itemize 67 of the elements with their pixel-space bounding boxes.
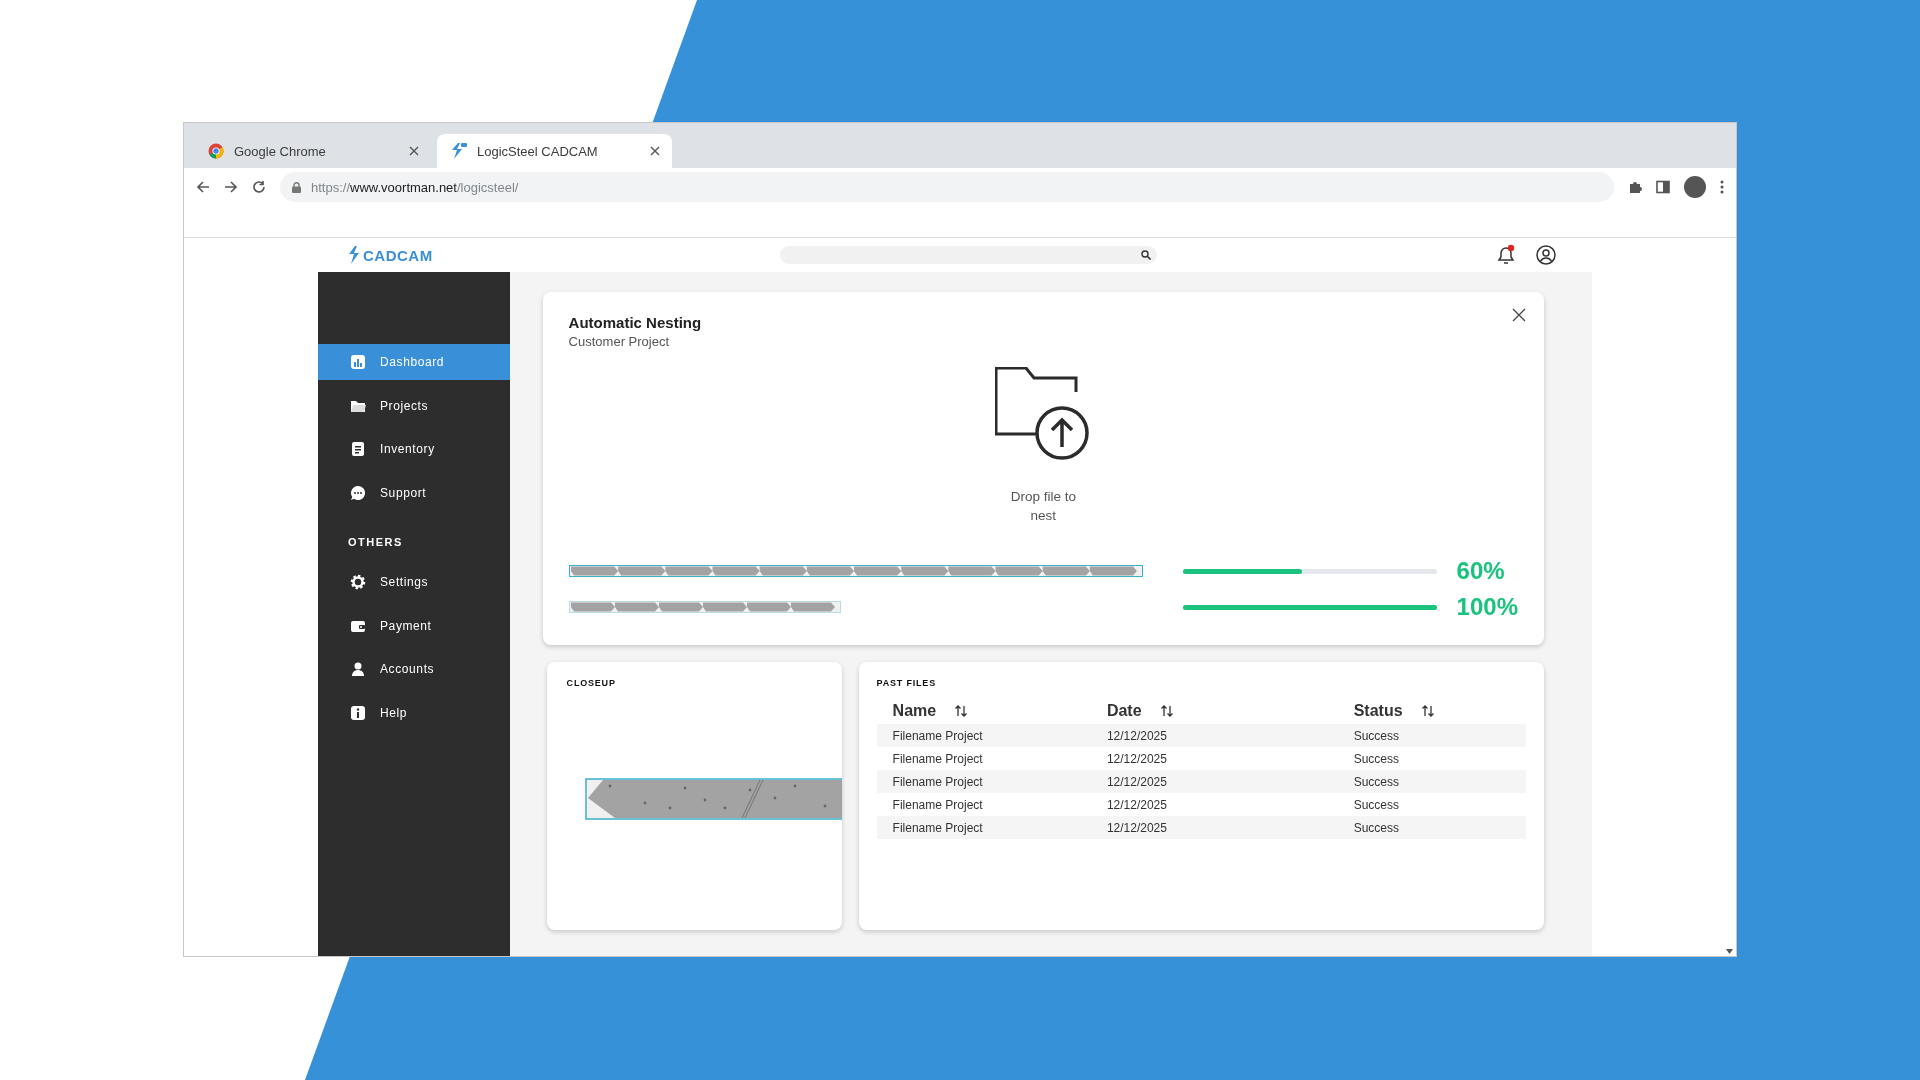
chrome-logo-icon [208,143,224,159]
tab-title: Google Chrome [234,143,327,159]
sidebar-item[interactable]: Support [318,474,510,511]
info-icon [350,704,366,721]
column-header[interactable]: Name [892,702,937,720]
sidebar-item[interactable]: Payment [318,607,510,644]
sidebar-item[interactable]: Help [318,694,510,731]
table-cell: Success [1337,816,1526,839]
menu-icon[interactable] [1720,180,1724,194]
back-icon[interactable] [196,180,210,194]
url-text: https://www.voortman.net/logicsteel/ [311,179,519,195]
search-field[interactable] [780,246,1157,264]
table-cell: Filename Project [876,747,1091,770]
person-icon [350,661,366,677]
table-cell: Success [1337,770,1526,793]
table-cell: 12/12/2025 [1090,724,1338,747]
column-header[interactable]: Date [1106,702,1142,720]
table-cell: Success [1337,747,1526,770]
gear-icon [350,574,366,590]
puzzle-icon[interactable] [1628,180,1642,194]
chat-icon [350,484,366,501]
forward-icon[interactable] [224,180,238,194]
sort-icon[interactable] [954,704,969,718]
table-cell: 12/12/2025 [1090,816,1338,839]
lock-icon [292,181,301,193]
avatar-icon[interactable] [1684,176,1706,198]
section-heading: OTHERS [347,536,404,548]
sidebar-item[interactable]: Inventory [318,431,510,467]
document-icon [350,441,366,457]
bar-chart-icon [350,354,366,370]
user-icon[interactable] [1536,245,1556,265]
bell-icon[interactable] [1496,244,1516,266]
table-cell: 12/12/2025 [1090,793,1338,816]
sort-icon[interactable] [1159,704,1174,718]
table-cell: Filename Project [876,793,1091,816]
sidebar-item[interactable]: Settings [318,564,510,600]
browser-tab[interactable]: Google Chrome [196,134,431,168]
table-cell: Success [1337,793,1526,816]
progress-percent: 60% [1456,557,1505,585]
close-icon[interactable] [650,146,660,156]
reload-icon[interactable] [252,180,266,194]
table-cell: Success [1337,724,1526,747]
card-title: Automatic Nesting [568,314,703,331]
table-cell: Filename Project [876,770,1091,793]
card-title: PAST FILES [876,678,937,688]
close-icon[interactable] [409,146,419,156]
close-icon [1512,308,1526,322]
table-cell: 12/12/2025 [1090,770,1338,793]
card-title: CLOSEUP [566,678,617,688]
sort-icon[interactable] [1420,704,1435,718]
folder-upload-icon[interactable] [995,367,1092,463]
sidebar-item[interactable]: Accounts [318,651,510,687]
progress-percent: 100% [1456,593,1518,621]
tab-title: LogicSteel CADCAM [477,143,599,159]
table-cell: Filename Project [876,816,1091,839]
search-icon [1141,250,1151,260]
table-cell: Filename Project [876,724,1091,747]
side-panel-icon[interactable] [1656,180,1670,194]
sidebar-item[interactable]: Projects [318,387,510,424]
column-header[interactable]: Status [1353,702,1403,720]
scroll-down-icon[interactable] [1726,949,1733,954]
card-subtitle: Customer Project [568,334,671,349]
browser-tab[interactable]: LogicSteel CADCAM [437,134,672,168]
drop-hint: Drop file to nest [1009,488,1077,525]
address-bar[interactable]: https://www.voortman.net/logicsteel/ [280,172,1614,202]
table-cell: 12/12/2025 [1090,747,1338,770]
logo-text: CADCAM [363,246,433,264]
